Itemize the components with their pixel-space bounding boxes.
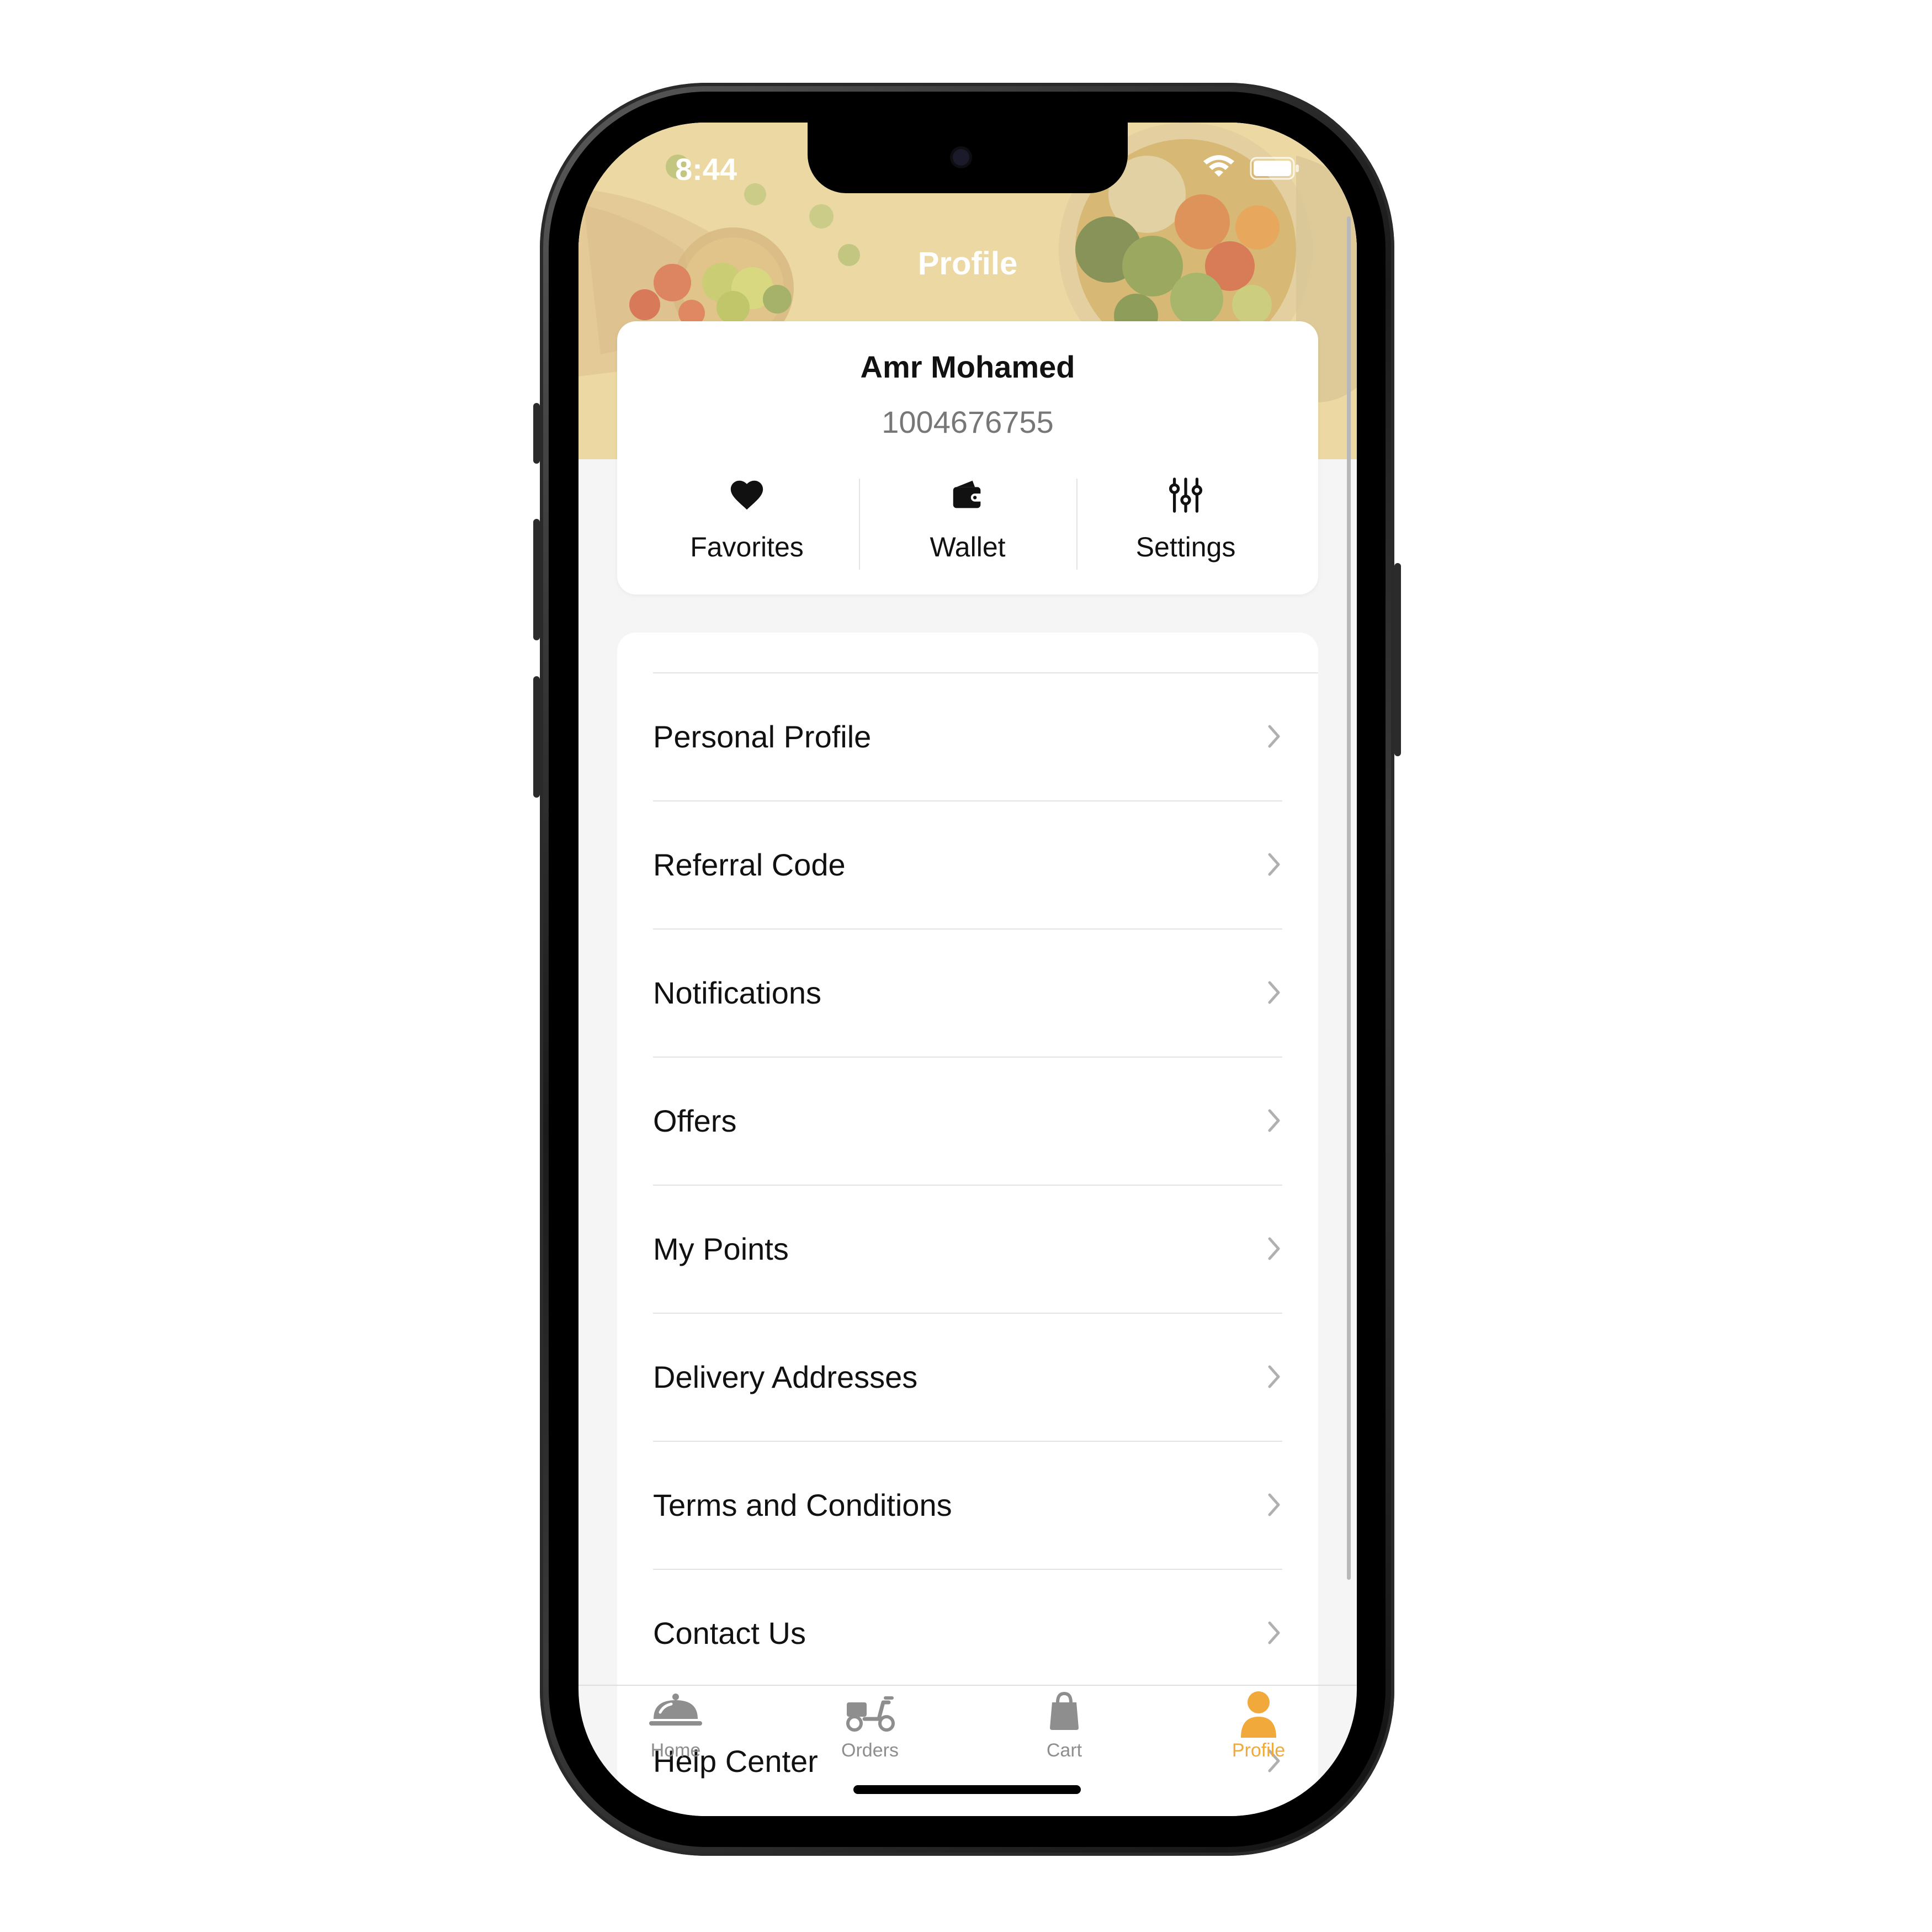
- tab-bar: Home Orders Cart Profile: [578, 1685, 1357, 1816]
- chevron-right-icon: [1268, 1493, 1280, 1516]
- person-icon: [1241, 1691, 1276, 1738]
- quick-divider: [1076, 479, 1078, 570]
- tab-home[interactable]: Home: [578, 1685, 773, 1779]
- wallet-button[interactable]: Wallet: [860, 476, 1075, 572]
- scrollbar[interactable]: [1347, 216, 1351, 1580]
- shopping-bag-icon: [1050, 1691, 1079, 1730]
- menu-item-contact-us[interactable]: Contact Us: [617, 1570, 1318, 1698]
- battery-icon: [1250, 157, 1299, 180]
- status-icons: [1202, 155, 1302, 181]
- menu-item-notifications[interactable]: Notifications: [617, 930, 1318, 1058]
- tab-profile[interactable]: Profile: [1161, 1685, 1356, 1779]
- tab-cart[interactable]: Cart: [967, 1685, 1161, 1779]
- menu-item-personal-profile[interactable]: Personal Profile: [617, 673, 1318, 802]
- wallet-icon: [953, 480, 984, 508]
- menu-item-label: Contact Us: [653, 1616, 806, 1650]
- screen: 8:44 Profile Amr Mohamed 1004676755 Favo…: [578, 123, 1357, 1816]
- menu-item-label: Delivery Addresses: [653, 1360, 918, 1394]
- chevron-right-icon: [1268, 1621, 1280, 1644]
- menu-item-label: Referral Code: [653, 847, 846, 882]
- wallet-label: Wallet: [930, 532, 1006, 562]
- chevron-right-icon: [1268, 981, 1280, 1004]
- favorites-label: Favorites: [690, 532, 804, 562]
- menu-item-offers[interactable]: Offers: [617, 1058, 1318, 1186]
- status-time: 8:44: [675, 152, 737, 187]
- front-camera: [953, 149, 969, 166]
- menu-item-label: Notifications: [653, 975, 822, 1010]
- tab-orders[interactable]: Orders: [773, 1685, 967, 1779]
- menu-item-label: My Points: [653, 1232, 789, 1266]
- menu-card: Personal Profile Referral Code Notificat…: [617, 633, 1318, 1816]
- tab-label: Home: [650, 1740, 701, 1761]
- volume-up-button: [533, 519, 540, 640]
- scooter-icon: [846, 1696, 895, 1732]
- menu-item-my-points[interactable]: My Points: [617, 1186, 1318, 1314]
- menu-item-label: Personal Profile: [653, 719, 872, 754]
- chevron-right-icon: [1268, 1365, 1280, 1388]
- chevron-right-icon: [1268, 725, 1280, 748]
- profile-name: Amr Mohamed: [860, 349, 1075, 384]
- chevron-right-icon: [1268, 853, 1280, 876]
- wifi-icon: [1203, 155, 1234, 177]
- tab-label: Orders: [841, 1740, 899, 1761]
- favorites-button[interactable]: Favorites: [639, 476, 854, 572]
- menu-item-referral-code[interactable]: Referral Code: [617, 802, 1318, 930]
- tab-label: Profile: [1232, 1740, 1286, 1761]
- page-title: Profile: [917, 246, 1018, 282]
- sliders-icon: [1169, 477, 1203, 513]
- volume-down-button: [533, 676, 540, 798]
- menu-item-terms-and-conditions[interactable]: Terms and Conditions: [617, 1442, 1318, 1570]
- power-button: [1394, 563, 1401, 756]
- settings-label: Settings: [1135, 532, 1236, 562]
- profile-card: Amr Mohamed 1004676755 Favorites Wallet: [617, 321, 1318, 595]
- profile-phone: 1004676755: [882, 405, 1054, 439]
- silent-switch: [533, 403, 540, 464]
- heart-icon: [730, 480, 763, 510]
- settings-button[interactable]: Settings: [1078, 476, 1293, 572]
- menu-item-label: Offers: [653, 1103, 737, 1138]
- chevron-right-icon: [1268, 1109, 1280, 1132]
- home-indicator[interactable]: [853, 1785, 1081, 1794]
- cloche-icon: [649, 1694, 702, 1726]
- chevron-right-icon: [1268, 1237, 1280, 1260]
- menu-item-delivery-addresses[interactable]: Delivery Addresses: [617, 1314, 1318, 1442]
- tab-label: Cart: [1046, 1740, 1082, 1761]
- menu-item-label: Terms and Conditions: [653, 1488, 952, 1522]
